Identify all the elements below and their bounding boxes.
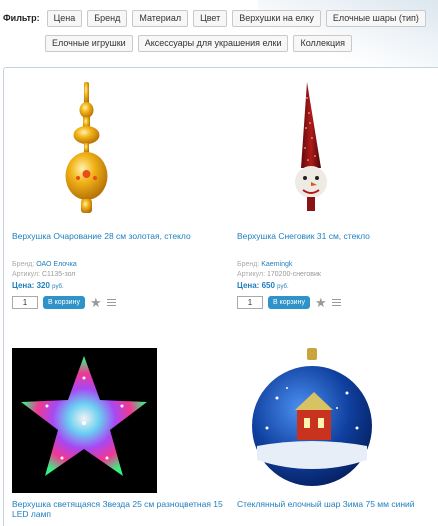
product-sku: Артикул: С1135-зол xyxy=(12,271,76,278)
product-title[interactable]: Верхушка Очарование 28 см золотая, стекл… xyxy=(12,231,224,241)
product-title[interactable]: Верхушка светящаяся Звезда 25 см разноцв… xyxy=(12,499,224,519)
filter-chip-price[interactable]: Цена xyxy=(46,9,83,27)
product-grid: Верхушка Очарование 28 см золотая, стекл… xyxy=(3,67,438,526)
product-actions: 1 В корзину ★ xyxy=(12,296,224,309)
add-to-cart-button[interactable]: В корзину xyxy=(268,296,310,309)
favorite-star-icon[interactable]: ★ xyxy=(90,296,102,309)
quantity-input[interactable]: 1 xyxy=(237,296,263,309)
filter-chip-brand[interactable]: Бренд xyxy=(87,9,128,27)
product-card: Стеклянный елочный шар Зима 75 мм синий xyxy=(237,348,438,509)
filter-chip-tree-toppers[interactable]: Верхушки на елку xyxy=(232,9,321,27)
brand-link[interactable]: ОАО Елочка xyxy=(36,261,77,268)
snowman-topper-image[interactable] xyxy=(237,78,387,223)
product-price: Цена: 320 руб. xyxy=(12,281,64,290)
gold-topper-image[interactable] xyxy=(12,78,162,223)
product-price: Цена: 650 руб. xyxy=(237,281,289,290)
favorite-star-icon[interactable]: ★ xyxy=(315,296,327,309)
product-brand: Бренд: ОАО Елочка xyxy=(12,261,77,268)
filter-chip-color[interactable]: Цвет xyxy=(193,9,228,27)
compare-icon[interactable] xyxy=(331,298,341,307)
filter-chip-ornament-type[interactable]: Елочные шары (тип) xyxy=(325,9,426,27)
product-title[interactable]: Стеклянный елочный шар Зима 75 мм синий xyxy=(237,499,438,509)
led-star-image[interactable] xyxy=(12,348,157,493)
product-card: Верхушка светящаяся Звезда 25 см разноцв… xyxy=(12,348,224,519)
compare-icon[interactable] xyxy=(106,298,116,307)
product-card: Верхушка Снеговик 31 см, стекло Бренд: K… xyxy=(237,78,438,309)
filter-chip-material[interactable]: Материал xyxy=(132,9,189,27)
filter-chip-tree-toys[interactable]: Елочные игрушки xyxy=(45,34,133,52)
brand-link[interactable]: Kaemingk xyxy=(261,261,292,268)
product-title[interactable]: Верхушка Снеговик 31 см, стекло xyxy=(237,231,438,241)
catalog-page: Фильтр: Цена Бренд Материал Цвет Верхушк… xyxy=(0,0,438,526)
quantity-input[interactable]: 1 xyxy=(12,296,38,309)
add-to-cart-button[interactable]: В корзину xyxy=(43,296,85,309)
product-brand: Бренд: Kaemingk xyxy=(237,261,293,268)
product-actions: 1 В корзину ★ xyxy=(237,296,438,309)
filter-chip-accessories[interactable]: Аксессуары для украшения елки xyxy=(137,34,289,52)
filter-chip-collection[interactable]: Коллекция xyxy=(293,34,353,52)
filter-label: Фильтр: xyxy=(3,13,40,23)
filter-bar: Фильтр: Цена Бренд Материал Цвет Верхушк… xyxy=(0,8,438,53)
product-sku: Артикул: 170200-снеговик xyxy=(237,271,321,278)
blue-ornament-image[interactable] xyxy=(237,348,387,493)
product-card: Верхушка Очарование 28 см золотая, стекл… xyxy=(12,78,224,309)
